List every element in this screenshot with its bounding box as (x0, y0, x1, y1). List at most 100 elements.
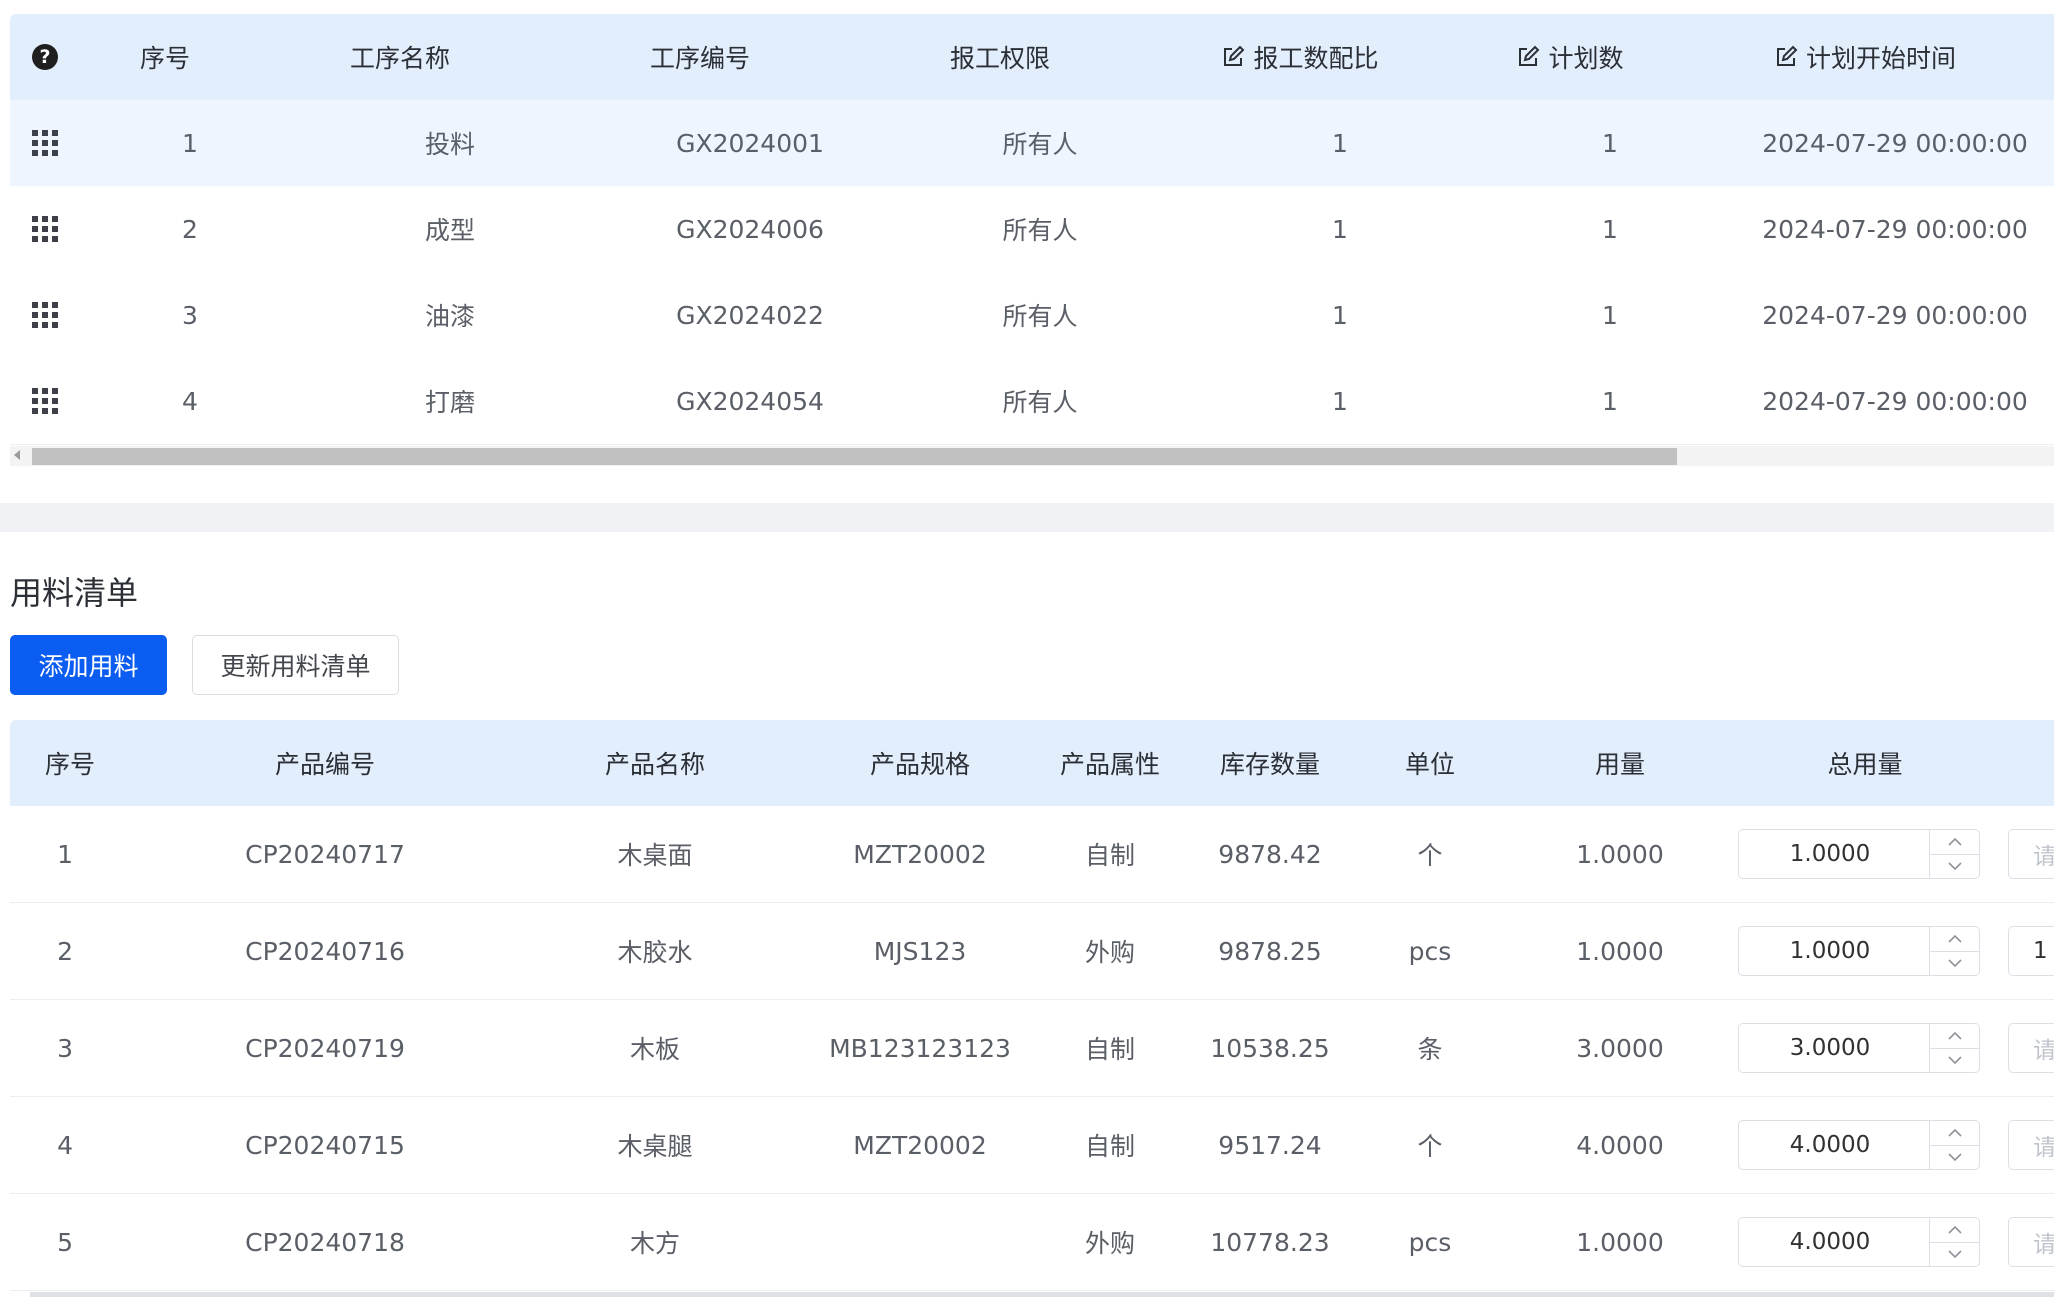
scroll-left-icon[interactable] (14, 450, 20, 460)
column-header-seq[interactable]: 序号 (80, 14, 250, 100)
cell-product-name: 木桌面 (617, 841, 693, 870)
cell-usage: 3.0000 (1576, 1033, 1664, 1063)
cell-seq: 5 (57, 1227, 73, 1257)
table-row[interactable]: 3 CP20240719 木板 MB123123123 自制 10538.25 … (10, 1000, 2054, 1097)
column-header-unit[interactable]: 单位 (1360, 720, 1500, 806)
drag-handle[interactable] (10, 272, 80, 358)
total-usage-value[interactable]: 1.0000 (1739, 830, 1921, 878)
table-row[interactable]: 2 CP20240716 木胶水 MJS123 外购 9878.25 pcs 1… (10, 903, 2054, 1000)
cell-seq: 2 (182, 214, 198, 244)
table-row[interactable]: 3 油漆 GX2024022 所有人 1 1 2024-07-29 00:00:… (10, 272, 2054, 359)
cell-seq: 2 (57, 936, 73, 966)
add-material-button[interactable]: 添加用料 (10, 635, 167, 695)
scrollbar-thumb[interactable] (32, 448, 1677, 465)
extra-input[interactable]: 1 (2008, 926, 2054, 976)
chevron-up-icon[interactable] (1930, 927, 1980, 952)
chevron-up-icon[interactable] (1930, 830, 1980, 855)
chevron-down-icon[interactable] (1930, 1242, 1980, 1266)
cell-plan[interactable]: 1 (1460, 358, 1760, 444)
drag-handle[interactable] (10, 186, 80, 272)
chevron-up-icon[interactable] (1930, 1121, 1980, 1146)
cell-start-time[interactable]: 2024-07-29 00:00:00 (1720, 186, 2054, 272)
total-usage-stepper[interactable]: 4.0000 (1738, 1120, 1980, 1170)
total-usage-stepper[interactable]: 4.0000 (1738, 1217, 1980, 1267)
column-header-product-name[interactable]: 产品名称 (490, 720, 820, 806)
horizontal-scrollbar[interactable] (10, 446, 2054, 466)
column-header-process-code[interactable]: 工序编号 (550, 14, 850, 100)
column-header-process-name[interactable]: 工序名称 (250, 14, 550, 100)
chevron-down-icon[interactable] (1930, 1048, 1980, 1072)
chevron-up-icon[interactable] (1930, 1024, 1980, 1049)
chevron-down-icon[interactable] (1930, 951, 1980, 975)
cell-seq: 3 (182, 300, 198, 330)
column-header-plan-start[interactable]: 计划开始时间 (1690, 14, 2040, 100)
cell-usage: 1.0000 (1576, 1227, 1664, 1257)
table-row[interactable]: 4 打磨 GX2024054 所有人 1 1 2024-07-29 00:00:… (10, 358, 2054, 445)
cell-usage: 1.0000 (1576, 839, 1664, 869)
total-usage-value[interactable]: 4.0000 (1739, 1121, 1921, 1169)
column-header-total-usage[interactable]: 总用量 (1740, 720, 1990, 806)
cell-product-name: 木桌腿 (617, 1132, 693, 1161)
cell-ratio[interactable]: 1 (1190, 272, 1490, 358)
chevron-up-icon[interactable] (1930, 1218, 1980, 1243)
column-header-product-code[interactable]: 产品编号 (170, 720, 480, 806)
column-header-seq[interactable]: 序号 (10, 720, 130, 806)
total-usage-value[interactable]: 3.0000 (1739, 1024, 1921, 1072)
update-material-list-button[interactable]: 更新用料清单 (192, 635, 399, 695)
extra-input[interactable]: 请 (2008, 1217, 2054, 1267)
cell-plan[interactable]: 1 (1460, 272, 1760, 358)
cell-product-spec: MJS123 (873, 936, 967, 966)
extra-input[interactable]: 请 (2008, 1120, 2054, 1170)
stepper-controls (1929, 927, 1980, 975)
cell-product-code: CP20240716 (245, 936, 405, 966)
table-row[interactable]: 2 成型 GX2024006 所有人 1 1 2024-07-29 00:00:… (10, 186, 2054, 273)
chevron-down-icon[interactable] (1930, 854, 1980, 878)
total-usage-value[interactable]: 1.0000 (1739, 927, 1921, 975)
cell-ratio[interactable]: 1 (1190, 358, 1490, 444)
column-header-usage[interactable]: 用量 (1500, 720, 1740, 806)
cell-product-code: CP20240717 (245, 839, 405, 869)
cell-product-attr: 自制 (1084, 841, 1135, 870)
help-icon[interactable]: ? (32, 44, 58, 70)
edit-icon (1519, 45, 1540, 66)
drag-handle[interactable] (10, 100, 80, 186)
stepper-controls (1929, 830, 1980, 878)
table-row[interactable]: 1 投料 GX2024001 所有人 1 1 2024-07-29 00:00:… (10, 100, 2054, 187)
drag-handle[interactable] (10, 358, 80, 444)
column-header-product-attr[interactable]: 产品属性 (1040, 720, 1180, 806)
extra-input[interactable]: 请 (2008, 1023, 2054, 1073)
cell-product-name: 木板 (629, 1035, 680, 1064)
cell-process-name: 打磨 (424, 388, 475, 417)
cell-start-time[interactable]: 2024-07-29 00:00:00 (1720, 100, 2054, 186)
cell-plan[interactable]: 1 (1460, 186, 1760, 272)
chevron-down-icon[interactable] (1930, 1145, 1980, 1169)
column-header-report-permission[interactable]: 报工权限 (850, 14, 1150, 100)
total-usage-stepper[interactable]: 1.0000 (1738, 829, 1980, 879)
total-usage-stepper[interactable]: 1.0000 (1738, 926, 1980, 976)
extra-input[interactable]: 请 (2008, 829, 2054, 879)
column-header-plan-count[interactable]: 计划数 (1450, 14, 1690, 100)
table-row[interactable]: 1 CP20240717 木桌面 MZT20002 自制 9878.42 个 1… (10, 806, 2054, 903)
cell-ratio[interactable]: 1 (1190, 100, 1490, 186)
table-row[interactable]: 5 CP20240718 木方 外购 10778.23 pcs 1.0000 4… (10, 1194, 2054, 1291)
cell-product-spec: MZT20002 (853, 1130, 987, 1160)
cell-product-attr: 外购 (1084, 938, 1135, 967)
cell-start-time[interactable]: 2024-07-29 00:00:00 (1720, 272, 2054, 358)
column-header-label: 计划开始时间 (1805, 44, 1956, 73)
cell-usage: 4.0000 (1576, 1130, 1664, 1160)
cell-process-code: GX2024054 (676, 386, 824, 416)
total-usage-stepper[interactable]: 3.0000 (1738, 1023, 1980, 1073)
total-usage-value[interactable]: 4.0000 (1739, 1218, 1921, 1266)
table-row[interactable]: 4 CP20240715 木桌腿 MZT20002 自制 9517.24 个 4… (10, 1097, 2054, 1194)
cell-start-time[interactable]: 2024-07-29 00:00:00 (1720, 358, 2054, 444)
column-header-stock[interactable]: 库存数量 (1180, 720, 1360, 806)
cell-ratio[interactable]: 1 (1190, 186, 1490, 272)
cell-process-name: 投料 (424, 130, 475, 159)
section-title: 用料清单 (10, 574, 139, 612)
cell-plan[interactable]: 1 (1460, 100, 1760, 186)
drag-handle-icon (32, 302, 58, 328)
column-header-report-ratio[interactable]: 报工数配比 (1150, 14, 1450, 100)
column-header-product-spec[interactable]: 产品规格 (800, 720, 1040, 806)
help-cell[interactable]: ? (10, 14, 80, 100)
cell-process-name: 成型 (424, 216, 475, 245)
